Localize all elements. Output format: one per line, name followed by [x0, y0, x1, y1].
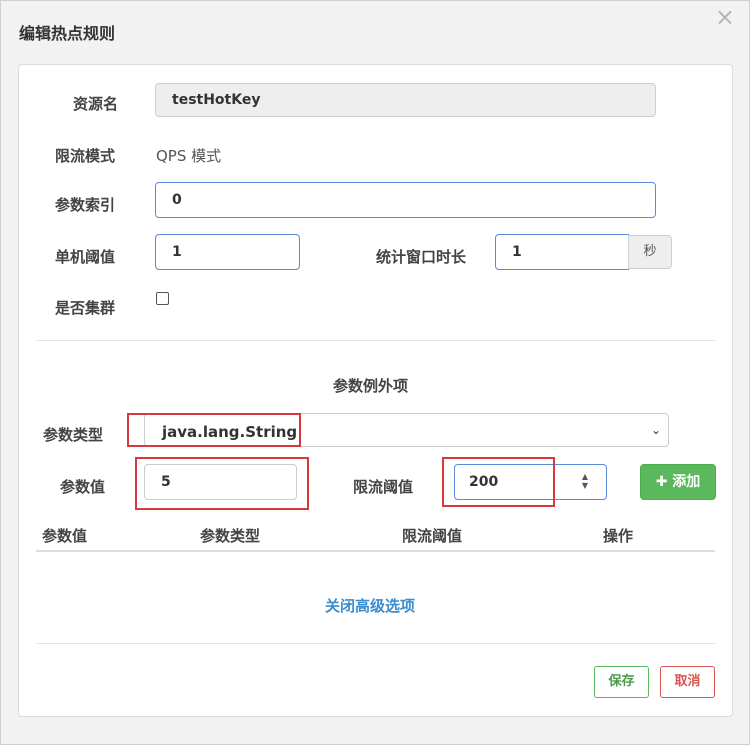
- resource-label: 资源名: [73, 95, 119, 113]
- exceptions-section-title: 参数例外项: [333, 377, 409, 395]
- table-header-action: 操作: [603, 527, 634, 545]
- window-input[interactable]: 1: [495, 234, 629, 270]
- threshold-input[interactable]: 1: [155, 234, 300, 270]
- window-label: 统计窗口时长: [376, 248, 467, 266]
- annotation-highlight: [135, 457, 309, 510]
- threshold-label: 单机阈值: [55, 248, 116, 266]
- add-exception-button[interactable]: ✚ 添加: [640, 464, 716, 500]
- add-button-label: 添加: [672, 474, 701, 490]
- close-advanced-link[interactable]: 关闭高级选项: [325, 595, 415, 616]
- footer-divider: [36, 643, 715, 644]
- window-unit-addon: 秒: [628, 235, 672, 269]
- mode-value: QPS 模式: [156, 147, 222, 165]
- close-icon[interactable]: ×: [715, 5, 735, 29]
- plus-icon: ✚: [655, 474, 673, 490]
- param-index-label: 参数索引: [55, 196, 116, 214]
- table-header-param-type: 参数类型: [200, 527, 261, 545]
- dialog-title: 编辑热点规则: [19, 24, 116, 43]
- form-panel: 资源名 testHotKey 限流模式 QPS 模式 参数索引 0 单机阈值 1…: [18, 64, 733, 717]
- cancel-button[interactable]: 取消: [660, 666, 715, 698]
- chevron-down-icon: ⌄: [651, 423, 662, 437]
- save-button[interactable]: 保存: [594, 666, 649, 698]
- table-header-limit: 限流阈值: [402, 527, 463, 545]
- table-header-divider: [36, 550, 715, 552]
- cluster-checkbox[interactable]: [156, 292, 169, 305]
- annotation-highlight: [442, 457, 555, 507]
- edit-hot-rule-dialog: 编辑热点规则 × 资源名 testHotKey 限流模式 QPS 模式 参数索引…: [0, 0, 750, 745]
- param-value-label: 参数值: [60, 478, 106, 496]
- cluster-label: 是否集群: [55, 299, 116, 317]
- param-type-label: 参数类型: [43, 426, 104, 444]
- divider: [36, 340, 715, 341]
- mode-label: 限流模式: [55, 147, 116, 165]
- param-index-input[interactable]: 0: [155, 182, 656, 218]
- resource-name-input[interactable]: testHotKey: [155, 83, 656, 117]
- limit-label: 限流阈值: [353, 478, 414, 496]
- annotation-highlight: [127, 413, 301, 447]
- spinner-arrows-icon[interactable]: ▲ ▼: [579, 472, 591, 492]
- table-header-param-value: 参数值: [42, 527, 88, 545]
